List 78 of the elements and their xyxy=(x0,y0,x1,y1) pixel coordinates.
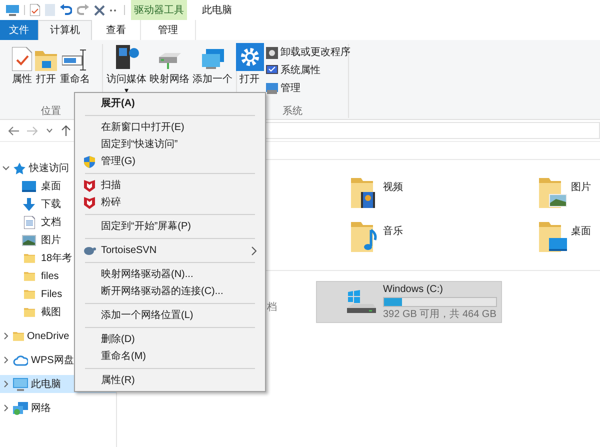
menu-item[interactable]: 展开(A) xyxy=(77,95,263,112)
menu-item[interactable]: 固定到“开始”屏幕(P) xyxy=(77,218,263,235)
menu-item[interactable]: 管理(G) xyxy=(77,153,263,170)
picture-icon xyxy=(22,234,36,246)
folder-icon xyxy=(13,329,24,343)
expand-chevron-icon[interactable] xyxy=(2,380,10,388)
collapse-chevron-icon[interactable] xyxy=(2,164,10,172)
cloud-icon xyxy=(13,354,28,366)
menu-item[interactable]: 扫描 xyxy=(77,177,263,194)
ribbon-tab[interactable]: 计算机 xyxy=(38,20,92,40)
back-arrow-icon[interactable] xyxy=(8,126,19,136)
ribbon-group-label: 系统 xyxy=(282,106,302,118)
up-arrow-icon[interactable] xyxy=(61,125,71,136)
expand-chevron-icon[interactable] xyxy=(2,356,10,364)
ribbon-button[interactable]: 打开 xyxy=(234,44,264,86)
folder-icon xyxy=(24,287,34,301)
ribbon-tab[interactable]: 文件 xyxy=(0,20,38,40)
ribbon-button[interactable]: 打开 xyxy=(34,44,58,86)
ribbon-small-button[interactable]: 管理 xyxy=(266,81,350,96)
menu-item[interactable]: 在新窗口中打开(E) xyxy=(77,119,263,136)
network-icon xyxy=(13,402,28,414)
redo-icon[interactable] xyxy=(77,4,89,16)
properties-icon[interactable] xyxy=(30,4,40,16)
monitor-check-icon xyxy=(266,65,278,76)
desktop-icon xyxy=(22,180,36,192)
rename-icon xyxy=(62,49,88,71)
expand-chevron-icon[interactable] xyxy=(2,404,10,412)
ribbon-small-button[interactable]: 卸载或更改程序 xyxy=(266,45,350,60)
ribbon-group-label: 位置 xyxy=(41,106,61,118)
computer-icon xyxy=(13,378,28,390)
network-location-icon xyxy=(200,49,226,71)
drive-label: 档 xyxy=(267,300,278,314)
download-arrow-icon xyxy=(23,198,35,210)
folder-icon xyxy=(24,269,34,283)
menu-item[interactable]: TortoiseSVN xyxy=(77,242,263,259)
pictures-folder-icon xyxy=(537,176,569,210)
folder-item[interactable]: 视频 xyxy=(349,176,403,210)
menu-item[interactable]: 删除(D) xyxy=(77,331,263,348)
settings-icon xyxy=(236,43,264,71)
delete-x-icon[interactable] xyxy=(94,4,105,16)
menu-item[interactable]: 断开网络驱动器的连接(C)... xyxy=(77,283,263,300)
folder-item[interactable]: 图片 xyxy=(537,176,591,210)
star-icon xyxy=(13,162,26,174)
expand-chevron-icon[interactable] xyxy=(2,332,10,340)
more-dots-icon[interactable] xyxy=(110,8,116,12)
ribbon-button[interactable]: 映射网络 xyxy=(148,44,190,86)
window-title: 此电脑 xyxy=(202,4,232,18)
computer-icon[interactable] xyxy=(6,4,19,16)
shield-icon xyxy=(84,156,94,168)
ribbon-button[interactable]: 重命名 xyxy=(59,44,91,86)
folder-icon xyxy=(24,251,34,265)
menu-item[interactable]: 重命名(M) xyxy=(77,348,263,365)
program-icon xyxy=(266,46,278,58)
open-folder-icon xyxy=(35,49,57,71)
recent-caret-icon[interactable] xyxy=(46,128,53,133)
undo-icon[interactable] xyxy=(60,4,72,16)
menu-item[interactable]: 粉碎 xyxy=(77,194,263,211)
folder-item[interactable]: 桌面 xyxy=(537,220,591,254)
ribbon-button[interactable]: 属性 xyxy=(11,44,33,86)
context-tab-group-label: 驱动器工具 xyxy=(131,0,187,20)
ribbon-tab[interactable]: 查看 xyxy=(92,20,140,40)
windows-drive-icon xyxy=(345,289,377,315)
menu-item[interactable]: 映射网络驱动器(N)... xyxy=(77,266,263,283)
tree-item[interactable]: 网络 xyxy=(0,399,116,417)
ribbon-small-button[interactable]: 系统属性 xyxy=(266,63,350,78)
properties-icon xyxy=(12,47,32,71)
badge-shield-icon xyxy=(84,196,94,208)
folder-item[interactable]: 音乐 xyxy=(349,220,403,254)
ribbon-button[interactable]: 添加一个 xyxy=(192,44,234,86)
document-icon xyxy=(24,216,34,228)
menu-item[interactable]: 添加一个网络位置(L) xyxy=(77,307,263,324)
menu-item[interactable]: 固定到“快速访问” xyxy=(77,136,263,153)
folder-icon xyxy=(24,305,34,319)
badge-shield-icon xyxy=(84,180,94,192)
media-server-icon xyxy=(114,43,140,71)
computer-manage-icon xyxy=(266,83,278,94)
drive-tile[interactable]: Windows (C:) 392 GB 可用，共 464 GB xyxy=(316,281,502,323)
desktop-folder-icon xyxy=(537,220,569,254)
